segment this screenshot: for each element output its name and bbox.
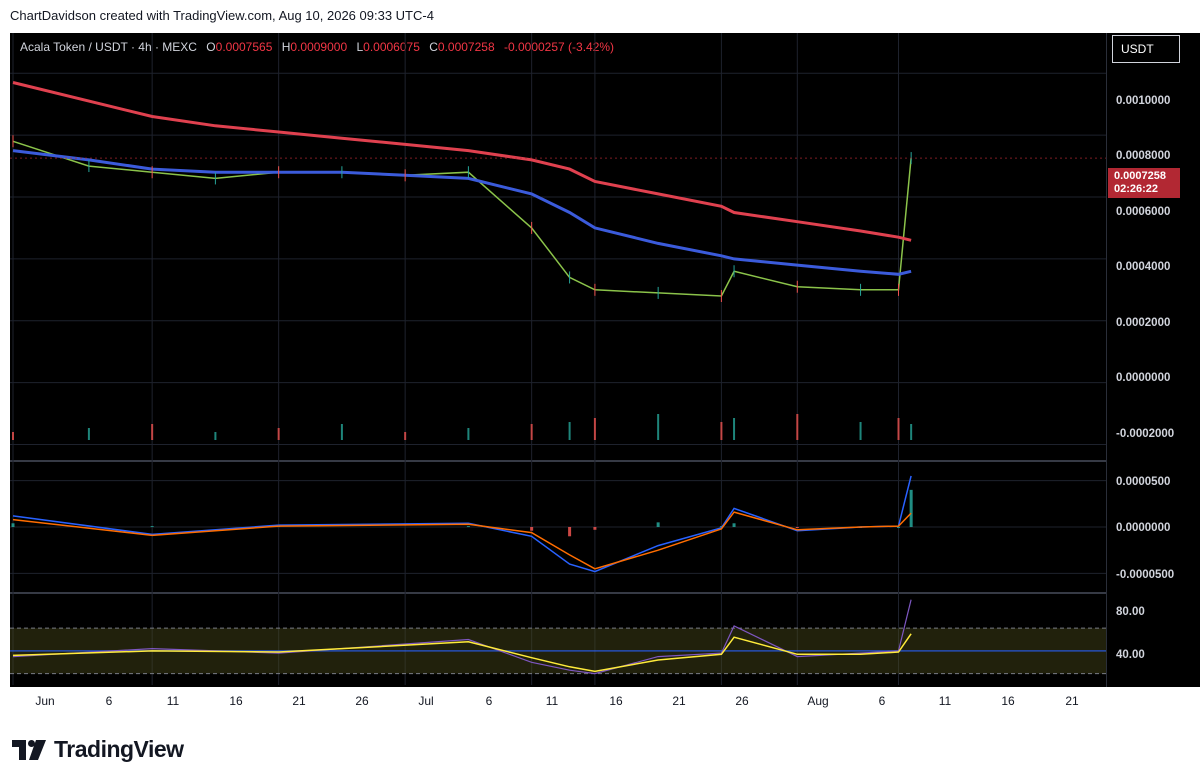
volume-bar [733, 418, 736, 440]
macd-histogram-bar [732, 523, 736, 527]
macd-histogram-bar [150, 526, 154, 528]
date-label: 26 [735, 694, 749, 708]
volume-bar [214, 432, 217, 440]
price-axis-label: 0.0010000 [1116, 95, 1171, 107]
volume-bar [720, 422, 723, 440]
volume-bar [530, 424, 533, 440]
volume-bar [151, 424, 154, 440]
volume-bar [467, 428, 470, 440]
macd-histogram-bar [466, 526, 470, 528]
chart-canvas [10, 33, 1106, 685]
date-label: Jul [418, 694, 434, 708]
chart-credit: ChartDavidson created with TradingView.c… [10, 8, 434, 23]
volume-bar [12, 432, 14, 440]
brand-name: TradingView [54, 736, 184, 762]
date-label: Jun [35, 694, 55, 708]
tradingview-logo-icon [12, 739, 46, 760]
rsi-axis-label: 40.00 [1116, 649, 1145, 661]
currency-selector[interactable]: USDT [1112, 35, 1180, 63]
volume-bar [897, 418, 900, 440]
macd-axis-label: -0.0000500 [1116, 569, 1175, 581]
date-label: 21 [1065, 694, 1079, 708]
macd-histogram-bar [656, 522, 660, 527]
macd-histogram-bar [568, 527, 572, 537]
price-axis-label: 0.0000000 [1116, 372, 1171, 384]
date-label: 6 [878, 694, 886, 708]
price-axis-label: -0.0002000 [1116, 428, 1175, 440]
volume-bar [593, 418, 596, 440]
tradingview-logo[interactable]: TradingView [12, 736, 184, 763]
date-label: 16 [229, 694, 243, 708]
macd-histogram-bar [795, 527, 799, 528]
macd-axis-label: 0.0000000 [1116, 522, 1171, 534]
price-axis-label: 0.0006000 [1116, 206, 1171, 218]
date-label: 16 [1001, 694, 1015, 708]
ema-mid-line [12, 149, 912, 276]
price-axis-label: 0.0002000 [1116, 317, 1171, 329]
volume-bar [796, 414, 799, 440]
date-label: 21 [292, 694, 306, 708]
signal-line [12, 511, 912, 570]
rsi-axis-label: 80.00 [1116, 606, 1145, 618]
date-label: 26 [355, 694, 369, 708]
last-price-tag: 0.0007258 02:26:22 [1108, 168, 1180, 198]
macd-histogram-bar [530, 527, 534, 531]
bar-countdown: 02:26:22 [1114, 183, 1159, 195]
volume-bar [859, 422, 862, 440]
volume-bar [277, 428, 280, 440]
date-label: 11 [938, 694, 952, 708]
macd-histogram-bar [593, 527, 597, 530]
macd-histogram-bar [11, 523, 15, 527]
price-axis[interactable] [1106, 33, 1200, 687]
volume-bar [404, 432, 407, 440]
volume-bar [657, 414, 660, 440]
price-axis-label: 0.0008000 [1116, 150, 1171, 162]
macd-axis-label: 0.0000500 [1116, 476, 1171, 488]
ema-long-line [12, 81, 912, 242]
macd-histogram-bar [897, 527, 900, 528]
last-price: 0.0007258 [1114, 170, 1166, 182]
date-label: Aug [807, 694, 829, 708]
date-label: 11 [166, 694, 180, 708]
date-label: 11 [545, 694, 559, 708]
macd-histogram-bar [909, 489, 913, 527]
date-label: 16 [609, 694, 623, 708]
volume-bar [87, 428, 90, 440]
date-label: 6 [105, 694, 113, 708]
volume-bar [340, 424, 343, 440]
volume-bar [568, 422, 571, 440]
date-label: 6 [485, 694, 493, 708]
price-axis-label: 0.0004000 [1116, 261, 1171, 273]
volume-bar [910, 424, 913, 440]
date-label: 21 [672, 694, 686, 708]
